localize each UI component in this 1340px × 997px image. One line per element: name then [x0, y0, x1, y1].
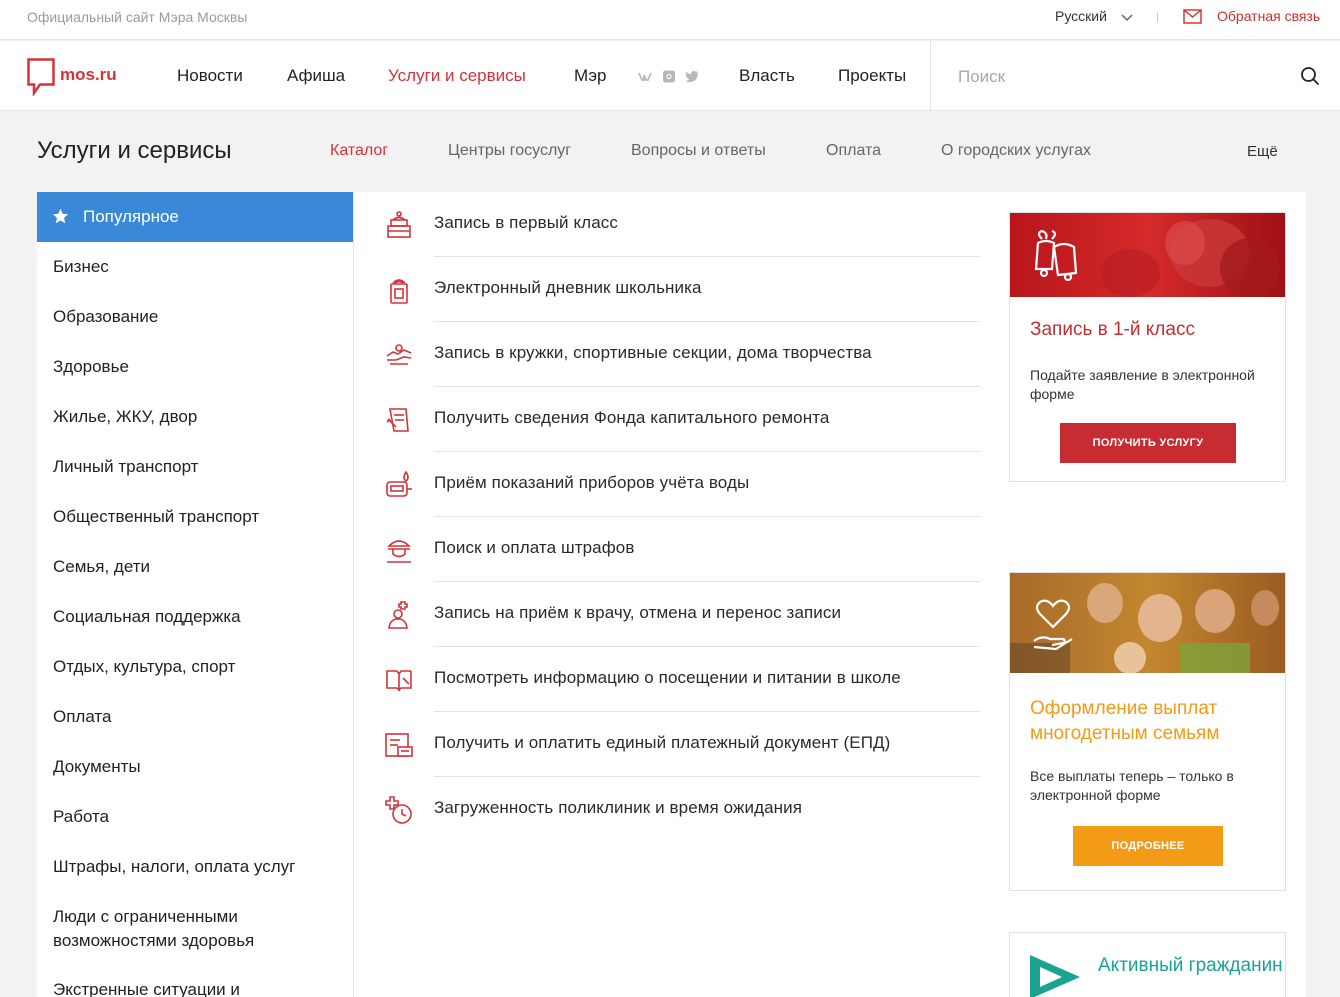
official-site-label: Официальный сайт Мэра Москвы	[27, 9, 248, 25]
category-fines-taxes[interactable]: Штрафы, налоги, оплата услуг	[37, 855, 353, 879]
category-emergency[interactable]: Экстренные ситуации и	[37, 978, 353, 997]
category-business[interactable]: Бизнес	[37, 255, 353, 279]
service-item[interactable]: Запись в кружки, спортивные секции, дома…	[354, 322, 980, 387]
subnav-more[interactable]: Ещё	[1247, 143, 1278, 160]
service-item[interactable]: Запись на приём к врачу, отмена и перено…	[354, 582, 980, 647]
category-disabilities[interactable]: Люди с ограниченными возможностями здоро…	[37, 905, 327, 953]
category-documents[interactable]: Документы	[37, 755, 353, 779]
police-cap-icon	[387, 540, 411, 563]
subnav-service-centers[interactable]: Центры госуслуг	[448, 142, 571, 160]
category-public-transport[interactable]: Общественный транспорт	[37, 505, 353, 529]
promo-text: Подайте заявление в электронной форме	[1030, 367, 1255, 402]
nav-news[interactable]: Новости	[177, 66, 243, 86]
service-label: Запись на приём к врачу, отмена и перено…	[434, 603, 842, 622]
divider	[1157, 12, 1158, 22]
subnav-about-services[interactable]: О городских услугах	[941, 142, 1091, 160]
subnav-payment[interactable]: Оплата	[826, 142, 881, 160]
search-input[interactable]	[958, 61, 1278, 93]
water-meter-icon	[386, 470, 412, 497]
category-social-support[interactable]: Социальная поддержка	[37, 605, 353, 629]
service-label: Поиск и оплата штрафов	[434, 538, 635, 557]
vk-icon[interactable]	[638, 70, 652, 83]
promo-card-first-grade: Запись в 1-й класс Подайте заявление в э…	[1009, 212, 1286, 482]
mail-icon[interactable]	[1183, 9, 1202, 24]
category-sidebar: Популярное Бизнес Образование Здоровье Ж…	[37, 192, 354, 997]
category-popular[interactable]: Популярное	[37, 192, 353, 242]
active-citizen-logo	[1030, 955, 1080, 997]
service-label: Запись в кружки, спортивные секции, дома…	[434, 343, 872, 362]
mos-ru-logo[interactable]: mos.ru	[27, 58, 127, 98]
clinic-clock-icon	[385, 796, 412, 824]
repair-fund-icon	[386, 408, 409, 432]
subnav-catalog[interactable]: Каталог	[330, 142, 388, 160]
get-service-button[interactable]: ПОЛУЧИТЬ УСЛУГУ	[1060, 423, 1236, 463]
category-work[interactable]: Работа	[37, 805, 353, 829]
service-label: Загруженность поликлиник и время ожидани…	[434, 798, 803, 817]
service-label: Приём показаний приборов учёта воды	[434, 473, 750, 492]
nav-afisha[interactable]: Афиша	[287, 66, 345, 86]
bells-icon	[1034, 229, 1078, 281]
page-title: Услуги и сервисы	[37, 137, 232, 164]
service-item[interactable]: Электронный дневник школьника	[354, 257, 980, 322]
divider	[930, 41, 931, 111]
nav-power[interactable]: Власть	[739, 66, 795, 86]
services-panel: Запись в первый класс Электронный дневни…	[354, 192, 1306, 997]
main-header: mos.ru Новости Афиша Услуги и сервисы Мэ…	[0, 41, 1340, 111]
school-bell-icon	[387, 211, 411, 238]
service-label: Запись в первый класс	[434, 213, 618, 232]
category-personal-transport[interactable]: Личный транспорт	[37, 455, 353, 479]
feedback-link[interactable]: Обратная связь	[1217, 8, 1320, 24]
category-payment[interactable]: Оплата	[37, 705, 353, 729]
service-item[interactable]: Загруженность поликлиник и время ожидани…	[354, 777, 980, 842]
category-leisure[interactable]: Отдых, культура, спорт	[37, 655, 353, 679]
promo-title[interactable]: Запись в 1-й класс	[1030, 317, 1195, 342]
category-label: Популярное	[83, 207, 179, 226]
category-family[interactable]: Семья, дети	[37, 555, 353, 579]
subnav-faq[interactable]: Вопросы и ответы	[631, 142, 766, 160]
service-item[interactable]: Получить сведения Фонда капитального рем…	[354, 387, 980, 452]
chevron-down-icon[interactable]	[1120, 10, 1134, 24]
category-health[interactable]: Здоровье	[37, 355, 353, 379]
nav-projects[interactable]: Проекты	[838, 66, 906, 86]
promo-title[interactable]: Оформление выплат многодетным семьям	[1030, 696, 1270, 746]
more-button[interactable]: ПОДРОБНЕЕ	[1073, 826, 1223, 866]
service-label: Получить сведения Фонда капитального рем…	[434, 408, 830, 427]
payment-document-icon	[385, 733, 413, 757]
star-icon	[52, 208, 69, 224]
service-item[interactable]: Посмотреть информацию о посещении и пита…	[354, 647, 980, 712]
search-icon[interactable]	[1300, 66, 1320, 86]
category-education[interactable]: Образование	[37, 305, 353, 329]
promo-title: Активный гражданин	[1098, 955, 1283, 976]
service-item[interactable]: Получить и оплатить единый платежный док…	[354, 712, 980, 777]
service-label: Посмотреть информацию о посещении и пита…	[434, 668, 901, 687]
twitter-icon[interactable]	[685, 70, 699, 83]
promo-card-active-citizen[interactable]: Активный гражданин	[1009, 932, 1286, 997]
promo-card-large-families: Оформление выплат многодетным семьям Все…	[1009, 572, 1286, 891]
nav-services[interactable]: Услуги и сервисы	[388, 66, 526, 86]
promo-text: Все выплаты теперь – только в электронно…	[1030, 768, 1234, 803]
service-item[interactable]: Запись в первый класс	[354, 192, 980, 257]
book-icon	[386, 670, 412, 692]
hobby-icon	[386, 344, 412, 365]
service-label: Электронный дневник школьника	[434, 278, 702, 297]
language-selector[interactable]: Русский	[1055, 8, 1107, 24]
logo-text: mos.ru	[60, 65, 117, 84]
logo-mark-icon	[27, 58, 55, 96]
nav-mayor[interactable]: Мэр	[574, 66, 606, 86]
service-item[interactable]: Поиск и оплата штрафов	[354, 517, 980, 582]
top-bar: Официальный сайт Мэра Москвы Русский Обр…	[0, 0, 1340, 40]
instagram-icon[interactable]	[662, 70, 676, 83]
category-housing[interactable]: Жилье, ЖКУ, двор	[37, 405, 353, 429]
doctor-icon	[388, 601, 408, 629]
heart-hand-icon	[1033, 599, 1073, 651]
service-item[interactable]: Приём показаний приборов учёта воды	[354, 452, 980, 517]
diary-icon	[390, 279, 408, 304]
service-label: Получить и оплатить единый платежный док…	[434, 733, 891, 752]
